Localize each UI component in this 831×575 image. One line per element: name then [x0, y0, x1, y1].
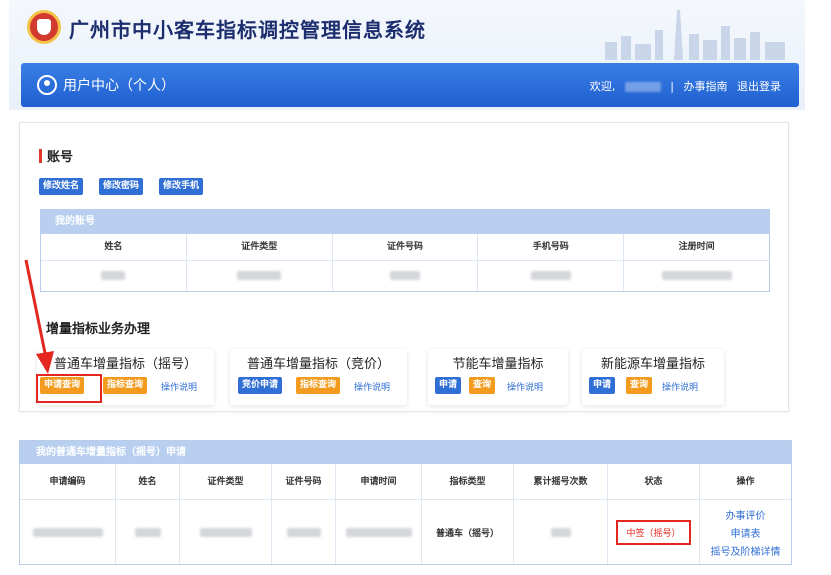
- site-header: 广州市中小客车指标调控管理信息系统 用户中心（个人） 欢迎, | 办事指南 退出…: [9, 0, 805, 110]
- username-redacted: [624, 82, 661, 92]
- apply-button[interactable]: 申请: [435, 377, 462, 394]
- user-center-label: 用户中心（个人）: [63, 78, 175, 94]
- card-new-energy-car: 新能源车增量指标 申请 查询 操作说明: [582, 349, 724, 405]
- instructions-link[interactable]: 操作说明: [662, 380, 698, 393]
- col-application-time: 申请时间: [336, 464, 421, 500]
- main-panel: 账号 修改姓名 修改密码 修改手机 我的账号 姓名 证件类型 证件号码 手机号码…: [19, 122, 789, 412]
- col-lottery-count: 累计摇号次数: [514, 464, 607, 500]
- action-links: 办事评价 申请表 摇号及阶梯详情: [711, 507, 781, 558]
- lottery-details-link[interactable]: 摇号及阶梯详情: [711, 543, 781, 558]
- redacted-value: [389, 271, 420, 280]
- apply-button[interactable]: 申请: [589, 377, 616, 394]
- red-arrow-icon: [24, 259, 54, 374]
- edit-phone-button[interactable]: 修改手机: [159, 178, 204, 195]
- guide-link[interactable]: 办事指南: [684, 80, 728, 93]
- section-marker: [39, 149, 42, 163]
- col-id-number: 证件号码: [333, 234, 479, 260]
- col-phone: 手机号码: [478, 234, 625, 260]
- redacted-value: [32, 527, 103, 537]
- account-section-title: 账号: [47, 150, 74, 165]
- index-type-value: 普通车（摇号）: [435, 528, 499, 539]
- redacted-value: [286, 527, 321, 537]
- card-energy-saving-car: 节能车增量指标 申请 查询 操作说明: [428, 349, 568, 405]
- status-badge: 中签（摇号）: [616, 519, 691, 545]
- instructions-link[interactable]: 操作说明: [354, 380, 390, 393]
- instructions-link[interactable]: 操作说明: [161, 380, 197, 393]
- card-title: 新能源车增量指标: [600, 357, 705, 372]
- col-id-number: 证件号码: [272, 464, 335, 500]
- nav-right: 欢迎, | 办事指南 退出登录: [584, 78, 781, 94]
- col-id-type: 证件类型: [180, 464, 271, 500]
- redacted-value: [199, 527, 252, 537]
- account-table-title: 我的账号: [41, 210, 769, 234]
- site-title: 广州市中小客车指标调控管理信息系统: [69, 18, 426, 42]
- application-list: 我的普通车增量指标（摇号）申请 申请编码 姓名 证件类型 证件号码 申请时间 指…: [19, 440, 792, 565]
- query-button[interactable]: 查询: [626, 377, 653, 394]
- quota-query-button[interactable]: 指标查询: [296, 377, 341, 394]
- quota-query-button[interactable]: 指标查询: [103, 377, 148, 394]
- redacted-value: [134, 527, 161, 537]
- redacted-value: [101, 271, 126, 280]
- user-icon: [37, 75, 57, 95]
- edit-password-button[interactable]: 修改密码: [99, 178, 144, 195]
- col-status: 状态: [608, 464, 699, 500]
- redacted-value: [661, 271, 732, 280]
- application-grid: 申请编码 姓名 证件类型 证件号码 申请时间 指标类型 普通车（摇号） 累计摇号…: [20, 464, 791, 564]
- application-form-link[interactable]: 申请表: [711, 525, 781, 540]
- account-table: 我的账号 姓名 证件类型 证件号码 手机号码 注册时间: [40, 209, 770, 292]
- col-name: 姓名: [41, 234, 187, 260]
- col-index-type: 指标类型: [422, 464, 513, 500]
- col-actions: 操作: [700, 464, 791, 500]
- card-title: 普通车增量指标（竞价）: [246, 357, 390, 372]
- account-table-header: 姓名 证件类型 证件号码 手机号码 注册时间: [41, 234, 769, 261]
- highlight-box: [36, 374, 102, 403]
- welcome-text: 欢迎,: [589, 80, 616, 93]
- city-skyline-icon: [605, 10, 785, 60]
- nav-separator: |: [670, 80, 674, 93]
- card-title: 节能车增量指标: [452, 357, 544, 372]
- logout-link[interactable]: 退出登录: [737, 80, 781, 93]
- edit-name-button[interactable]: 修改姓名: [39, 178, 84, 195]
- site-logo-icon: [27, 10, 61, 44]
- col-register-time: 注册时间: [678, 242, 715, 252]
- redacted-value: [237, 271, 282, 280]
- redacted-value: [530, 271, 571, 280]
- instructions-link[interactable]: 操作说明: [507, 380, 543, 393]
- top-navbar: 用户中心（个人） 欢迎, | 办事指南 退出登录: [21, 63, 799, 107]
- redacted-value: [345, 527, 412, 537]
- col-id-type: 证件类型: [187, 234, 333, 260]
- account-table-row: [41, 261, 769, 291]
- query-button[interactable]: 查询: [469, 377, 496, 394]
- col-application-code: 申请编码: [20, 464, 115, 500]
- col-name: 姓名: [116, 464, 179, 500]
- auction-apply-button[interactable]: 竞价申请: [238, 377, 283, 394]
- card-auction-car: 普通车增量指标（竞价） 竞价申请 指标查询 操作说明: [230, 349, 407, 405]
- service-evaluation-link[interactable]: 办事评价: [711, 507, 781, 522]
- redacted-value: [550, 527, 571, 537]
- application-list-title: 我的普通车增量指标（摇号）申请: [20, 441, 791, 464]
